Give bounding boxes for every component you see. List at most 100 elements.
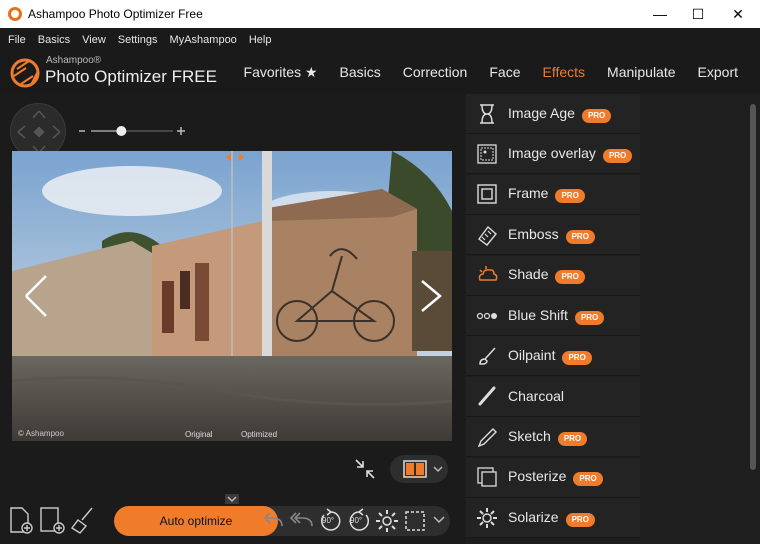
pro-badge: PRO [555,270,585,285]
tab-manipulate[interactable]: Manipulate [607,64,676,81]
split-view-icon [403,460,443,478]
effect-item-frame[interactable]: Frame PRO [466,174,640,215]
app-icon [8,7,22,21]
menu-basics[interactable]: Basics [38,34,70,46]
blue-shift-icon [476,305,498,327]
pro-badge: PRO [555,189,585,204]
maximize-button[interactable]: ☐ [676,0,720,28]
title-bar: Ashampoo Photo Optimizer Free — ☐ ✕ [0,0,760,28]
pro-badge: PRO [562,350,592,365]
more-tools-chevron-icon[interactable] [432,514,446,526]
effect-item-image-age[interactable]: Image Age PRO [466,94,640,134]
effect-item-sketch[interactable]: Sketch PRO [466,417,640,458]
pro-badge: PRO [557,431,588,446]
brand-title: Photo Optimizer FREE [45,67,217,86]
effect-label: Solarize PRO [508,509,595,527]
effect-item-emboss[interactable]: Emboss PRO [466,215,640,256]
close-button[interactable]: ✕ [716,0,760,28]
auto-optimize-button[interactable]: Auto optimize [114,506,278,536]
effect-label: Blue Shift PRO [508,306,605,325]
add-images-icon[interactable] [38,506,66,534]
window-title: Ashampoo Photo Optimizer Free [28,7,203,21]
tab-effects[interactable]: Effects [542,64,585,81]
effect-label-text: Shade [508,266,549,283]
rotate-right-label: 90° [350,516,363,525]
select-area-icon[interactable] [403,509,427,533]
undo-all-icon[interactable] [290,510,316,532]
brand-small: Ashampoo® [46,55,102,66]
effect-label: Charcoal [508,388,565,405]
effect-label: Emboss PRO [508,226,595,244]
effect-label-text: Solarize [508,508,559,525]
emboss-icon [476,224,498,246]
effect-label-text: Blue Shift [508,306,568,323]
effect-item-shade[interactable]: Shade PRO [466,255,640,296]
hourglass-icon [476,103,498,125]
clear-brush-icon[interactable] [70,506,96,534]
charcoal-icon [476,385,498,407]
photo-preview[interactable]: © Ashampoo Original Optimized [12,151,452,441]
effects-scrollbar[interactable] [750,104,756,470]
brush-icon [476,345,498,367]
pencil-icon [476,426,498,448]
label-optimized: Optimized [241,430,278,439]
effect-label-text: Oilpaint [508,346,556,363]
fit-to-window-icon[interactable] [352,456,378,482]
effect-label-text: Posterize [508,468,567,485]
menu-settings[interactable]: Settings [118,34,158,46]
ashampoo-logo-icon [10,58,40,88]
rotate-left-label: 90° [322,516,335,525]
effect-label-text: Emboss [508,225,559,242]
menu-bar: File Basics View Settings MyAshampoo Hel… [0,28,760,52]
pro-badge: PRO [565,512,595,527]
effect-item-blue-shift[interactable]: Blue Shift PRO [466,296,640,336]
shade-icon [476,264,498,286]
settings-gear-icon[interactable] [374,508,400,534]
pro-badge: PRO [574,310,605,325]
tab-face[interactable]: Face [489,64,520,81]
effect-item-oilpaint[interactable]: Oilpaint PRO [466,336,640,377]
zoom-slider[interactable] [77,124,187,136]
effect-item-posterize[interactable]: Posterize PRO [466,457,640,498]
effect-label: Shade PRO [508,266,585,285]
effect-label-text: Image Age [508,104,575,121]
expand-chevron-icon[interactable] [225,494,239,504]
menu-help[interactable]: Help [249,34,272,46]
pro-badge: PRO [573,472,603,487]
frame-icon [476,183,498,205]
tab-export[interactable]: Export [698,64,738,81]
effect-label: Oilpaint PRO [508,347,592,365]
label-original: Original [185,430,213,439]
header: Ashampoo® Photo Optimizer FREE Favorites… [0,52,760,94]
effect-label: Frame PRO [508,185,585,204]
menu-file[interactable]: File [8,34,26,46]
effect-label: Image overlay PRO [508,144,633,163]
pro-badge: PRO [602,148,633,163]
compare-mode-toggle[interactable] [390,455,448,483]
menu-view[interactable]: View [82,34,106,46]
zoom-knob [116,126,127,136]
effect-label-text: Sketch [508,427,551,444]
photo-watermark: © Ashampoo [18,429,64,438]
tab-favorites[interactable]: Favorites ★ [244,64,318,81]
pro-badge: PRO [565,229,595,244]
image-overlay-icon [476,143,498,165]
effect-label-text: Image overlay [508,144,596,161]
posterize-icon [476,466,498,488]
effect-label: Sketch PRO [508,427,588,446]
effect-item-image-overlay[interactable]: Image overlay PRO [466,134,640,175]
effect-item-charcoal[interactable]: Charcoal [466,376,640,417]
effect-label-text: Frame [508,185,549,202]
pro-badge: PRO [581,108,612,123]
tab-correction[interactable]: Correction [403,64,468,81]
nav-tabs: Favorites ★ Basics Correction Face Effec… [222,64,738,81]
effect-label: Posterize PRO [508,468,603,487]
open-file-icon[interactable] [8,506,34,534]
gear-icon [476,507,498,529]
undo-icon[interactable] [262,510,286,532]
tab-basics[interactable]: Basics [340,64,381,81]
menu-myashampoo[interactable]: MyAshampoo [170,34,237,46]
zoom-in-icon [177,127,185,135]
effect-label: Image Age PRO [508,104,612,123]
effect-item-solarize[interactable]: Solarize PRO [466,498,640,538]
